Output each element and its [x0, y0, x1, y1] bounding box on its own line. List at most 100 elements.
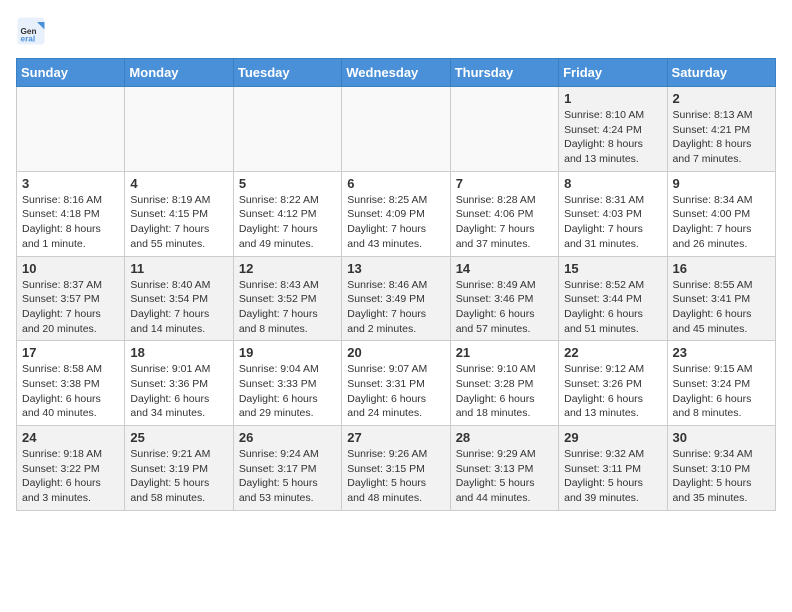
calendar-cell: 3Sunrise: 8:16 AM Sunset: 4:18 PM Daylig…	[17, 171, 125, 256]
calendar-cell	[125, 87, 233, 172]
day-info: Sunrise: 8:34 AM Sunset: 4:00 PM Dayligh…	[673, 193, 770, 252]
calendar-cell: 28 Sunrise: 9:29 AM Sunset: 3:13 PM Dayli…	[450, 426, 558, 511]
day-info: Sunrise: 8:55 AM Sunset: 3:41 PM Dayligh…	[673, 278, 770, 337]
calendar-cell: 16 Sunrise: 8:55 AM Sunset: 3:41 PM Dayli…	[667, 256, 775, 341]
calendar-week-4: 24Sunrise: 9:18 AM Sunset: 3:22 PM Dayli…	[17, 426, 776, 511]
header-wednesday: Wednesday	[342, 59, 450, 87]
logo-icon: Gen eral	[16, 16, 46, 46]
day-info: Sunrise: 8:16 AM Sunset: 4:18 PM Dayligh…	[22, 193, 119, 252]
day-info: Sunrise: 8:22 AM Sunset: 4:12 PM Dayligh…	[239, 193, 336, 252]
calendar-cell: 12Sunrise: 8:43 AM Sunset: 3:52 PM Dayli…	[233, 256, 341, 341]
day-number: 22	[564, 345, 661, 360]
header-saturday: Saturday	[667, 59, 775, 87]
day-number: 9	[673, 176, 770, 191]
calendar-week-3: 17 Sunrise: 8:58 AM Sunset: 3:38 PM Dayli…	[17, 341, 776, 426]
day-info: Sunrise: 8:19 AM Sunset: 4:15 PM Dayligh…	[130, 193, 227, 252]
day-info: Sunrise: 8:13 AM Sunset: 4:21 PM Dayligh…	[673, 108, 770, 167]
day-number: 6	[347, 176, 444, 191]
day-number: 17	[22, 345, 119, 360]
day-info: Sunrise: 9:32 AM Sunset: 3:11 PM Dayligh…	[564, 447, 661, 506]
day-info: Sunrise: 8:25 AM Sunset: 4:09 PM Dayligh…	[347, 193, 444, 252]
calendar-cell: 14 Sunrise: 8:49 AM Sunset: 3:46 PM Dayli…	[450, 256, 558, 341]
header-monday: Monday	[125, 59, 233, 87]
day-number: 24	[22, 430, 119, 445]
day-info: Sunrise: 8:37 AM Sunset: 3:57 PM Dayligh…	[22, 278, 119, 337]
day-info: Sunrise: 9:29 AM Sunset: 3:13 PM Dayligh…	[456, 447, 553, 506]
calendar-cell: 13 Sunrise: 8:46 AM Sunset: 3:49 PM Dayli…	[342, 256, 450, 341]
day-info: Sunrise: 9:10 AM Sunset: 3:28 PM Dayligh…	[456, 362, 553, 421]
day-number: 12	[239, 261, 336, 276]
day-number: 26	[239, 430, 336, 445]
day-info: Sunrise: 8:40 AM Sunset: 3:54 PM Dayligh…	[130, 278, 227, 337]
header-friday: Friday	[559, 59, 667, 87]
calendar-cell: 19 Sunrise: 9:04 AM Sunset: 3:33 PM Dayli…	[233, 341, 341, 426]
day-number: 18	[130, 345, 227, 360]
day-info: Sunrise: 9:21 AM Sunset: 3:19 PM Dayligh…	[130, 447, 227, 506]
day-number: 10	[22, 261, 119, 276]
calendar-cell: 8 Sunrise: 8:31 AM Sunset: 4:03 PM Daylig…	[559, 171, 667, 256]
day-info: Sunrise: 9:34 AM Sunset: 3:10 PM Dayligh…	[673, 447, 770, 506]
day-info: Sunrise: 9:26 AM Sunset: 3:15 PM Dayligh…	[347, 447, 444, 506]
day-number: 1	[564, 91, 661, 106]
day-number: 21	[456, 345, 553, 360]
calendar-cell: 4 Sunrise: 8:19 AM Sunset: 4:15 PM Daylig…	[125, 171, 233, 256]
day-info: Sunrise: 9:24 AM Sunset: 3:17 PM Dayligh…	[239, 447, 336, 506]
calendar-header-row: SundayMondayTuesdayWednesdayThursdayFrid…	[17, 59, 776, 87]
calendar-cell: 6 Sunrise: 8:25 AM Sunset: 4:09 PM Daylig…	[342, 171, 450, 256]
day-number: 25	[130, 430, 227, 445]
day-number: 14	[456, 261, 553, 276]
calendar-cell: 21 Sunrise: 9:10 AM Sunset: 3:28 PM Dayli…	[450, 341, 558, 426]
day-info: Sunrise: 9:04 AM Sunset: 3:33 PM Dayligh…	[239, 362, 336, 421]
calendar-week-2: 10 Sunrise: 8:37 AM Sunset: 3:57 PM Dayli…	[17, 256, 776, 341]
day-number: 20	[347, 345, 444, 360]
calendar-week-0: 1Sunrise: 8:10 AM Sunset: 4:24 PM Daylig…	[17, 87, 776, 172]
day-number: 19	[239, 345, 336, 360]
day-number: 13	[347, 261, 444, 276]
calendar-cell: 27 Sunrise: 9:26 AM Sunset: 3:15 PM Dayli…	[342, 426, 450, 511]
calendar-cell	[450, 87, 558, 172]
calendar-cell	[342, 87, 450, 172]
header-thursday: Thursday	[450, 59, 558, 87]
calendar-table: SundayMondayTuesdayWednesdayThursdayFrid…	[16, 58, 776, 511]
header-tuesday: Tuesday	[233, 59, 341, 87]
calendar-week-1: 3Sunrise: 8:16 AM Sunset: 4:18 PM Daylig…	[17, 171, 776, 256]
calendar-cell: 17 Sunrise: 8:58 AM Sunset: 3:38 PM Dayli…	[17, 341, 125, 426]
day-info: Sunrise: 9:15 AM Sunset: 3:24 PM Dayligh…	[673, 362, 770, 421]
day-info: Sunrise: 8:28 AM Sunset: 4:06 PM Dayligh…	[456, 193, 553, 252]
day-number: 28	[456, 430, 553, 445]
day-number: 11	[130, 261, 227, 276]
calendar-cell: 10 Sunrise: 8:37 AM Sunset: 3:57 PM Dayli…	[17, 256, 125, 341]
calendar-cell: 23 Sunrise: 9:15 AM Sunset: 3:24 PM Dayli…	[667, 341, 775, 426]
day-number: 8	[564, 176, 661, 191]
day-info: Sunrise: 8:49 AM Sunset: 3:46 PM Dayligh…	[456, 278, 553, 337]
day-number: 23	[673, 345, 770, 360]
day-number: 30	[673, 430, 770, 445]
svg-text:eral: eral	[21, 35, 36, 44]
calendar-cell: 25 Sunrise: 9:21 AM Sunset: 3:19 PM Dayli…	[125, 426, 233, 511]
calendar-cell: 30 Sunrise: 9:34 AM Sunset: 3:10 PM Dayli…	[667, 426, 775, 511]
day-info: Sunrise: 8:46 AM Sunset: 3:49 PM Dayligh…	[347, 278, 444, 337]
day-info: Sunrise: 8:31 AM Sunset: 4:03 PM Dayligh…	[564, 193, 661, 252]
calendar-cell: 2 Sunrise: 8:13 AM Sunset: 4:21 PM Daylig…	[667, 87, 775, 172]
day-number: 16	[673, 261, 770, 276]
calendar-cell: 5Sunrise: 8:22 AM Sunset: 4:12 PM Daylig…	[233, 171, 341, 256]
calendar-cell: 26 Sunrise: 9:24 AM Sunset: 3:17 PM Dayli…	[233, 426, 341, 511]
calendar-cell: 15Sunrise: 8:52 AM Sunset: 3:44 PM Dayli…	[559, 256, 667, 341]
day-number: 4	[130, 176, 227, 191]
calendar-cell: 11 Sunrise: 8:40 AM Sunset: 3:54 PM Dayli…	[125, 256, 233, 341]
day-number: 27	[347, 430, 444, 445]
day-info: Sunrise: 8:58 AM Sunset: 3:38 PM Dayligh…	[22, 362, 119, 421]
day-number: 7	[456, 176, 553, 191]
calendar-cell: 18 Sunrise: 9:01 AM Sunset: 3:36 PM Dayli…	[125, 341, 233, 426]
day-number: 2	[673, 91, 770, 106]
day-number: 29	[564, 430, 661, 445]
day-info: Sunrise: 9:07 AM Sunset: 3:31 PM Dayligh…	[347, 362, 444, 421]
calendar-cell	[233, 87, 341, 172]
calendar-cell: 29 Sunrise: 9:32 AM Sunset: 3:11 PM Dayli…	[559, 426, 667, 511]
day-info: Sunrise: 9:01 AM Sunset: 3:36 PM Dayligh…	[130, 362, 227, 421]
day-info: Sunrise: 8:52 AM Sunset: 3:44 PM Dayligh…	[564, 278, 661, 337]
calendar-cell: 9 Sunrise: 8:34 AM Sunset: 4:00 PM Daylig…	[667, 171, 775, 256]
header-sunday: Sunday	[17, 59, 125, 87]
calendar-cell: 22Sunrise: 9:12 AM Sunset: 3:26 PM Dayli…	[559, 341, 667, 426]
calendar-cell	[17, 87, 125, 172]
